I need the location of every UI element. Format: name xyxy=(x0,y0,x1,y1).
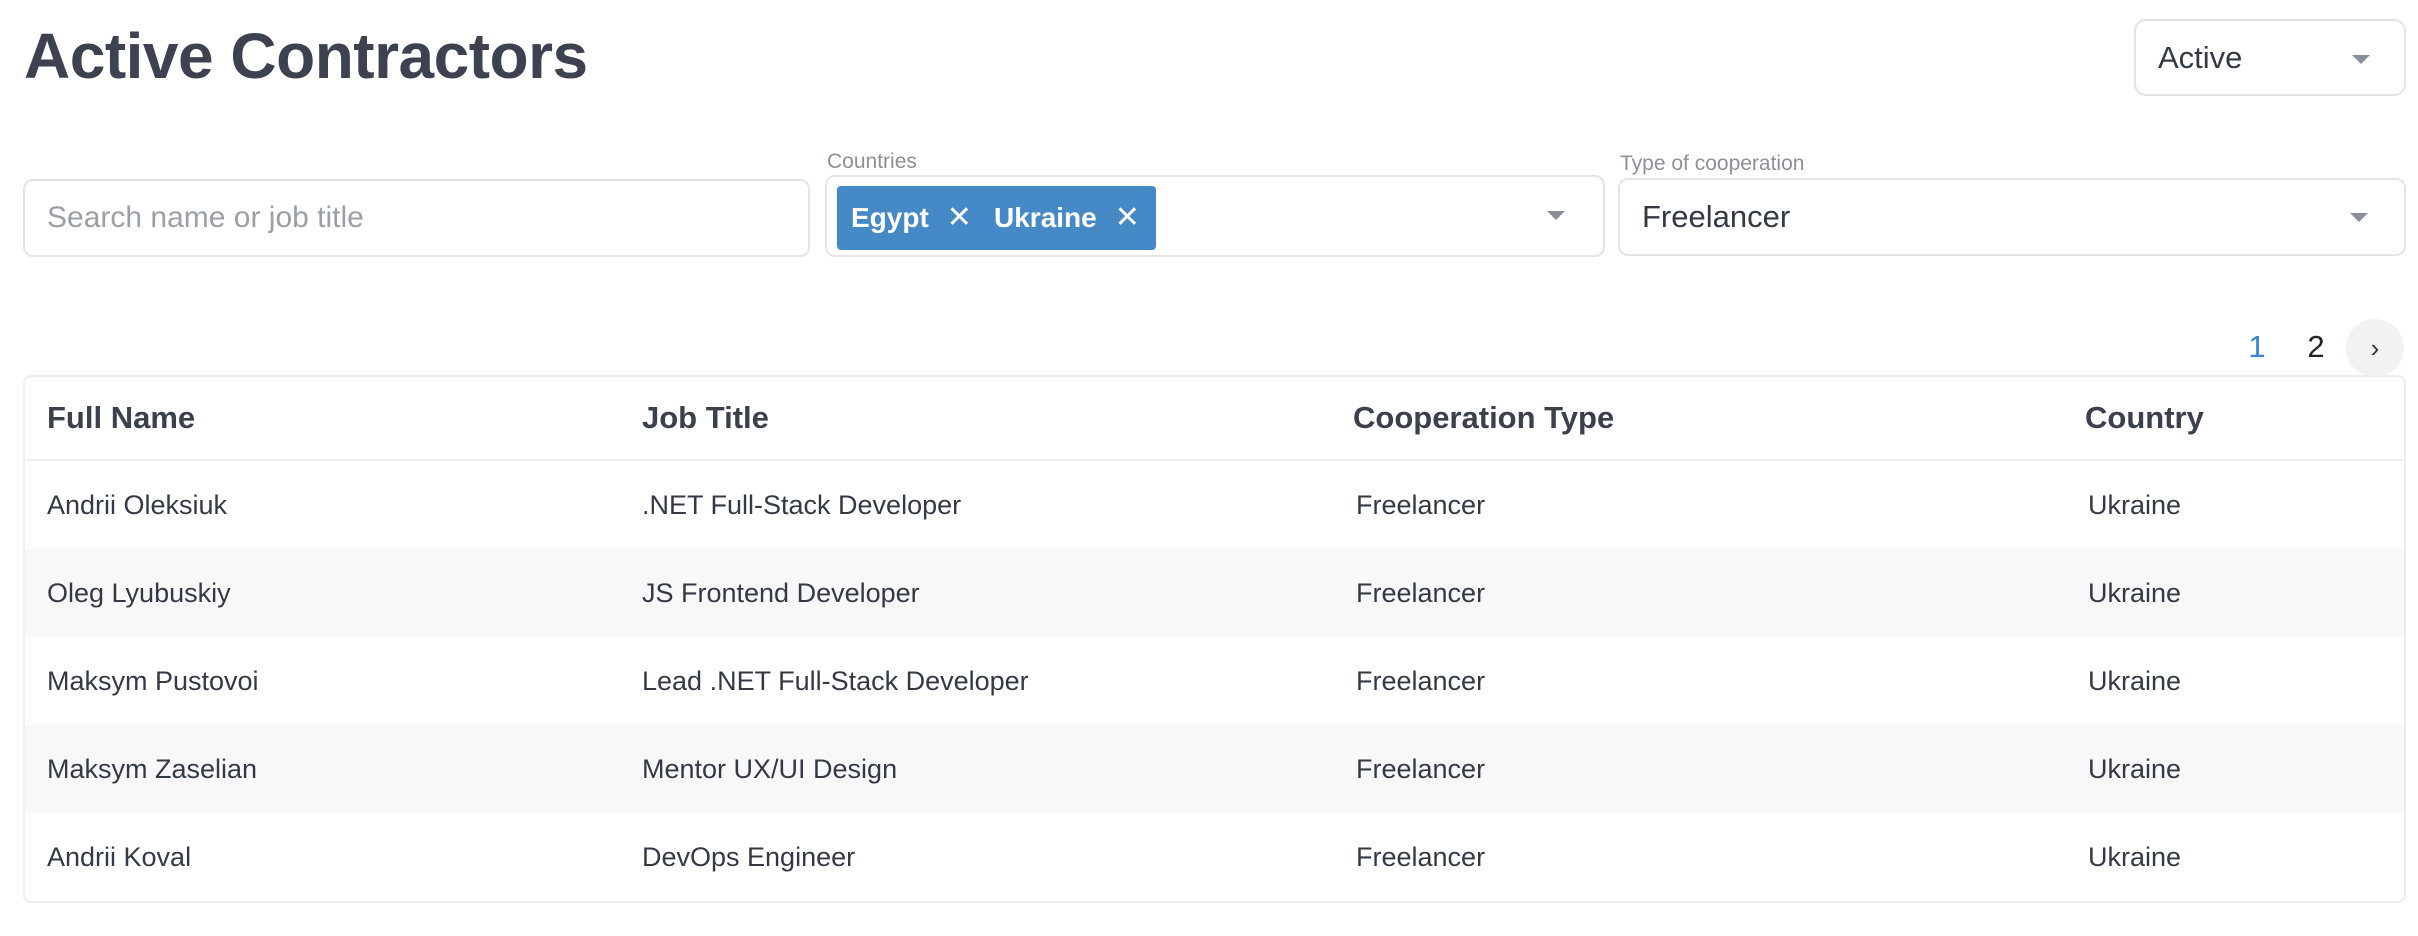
cell-cooperation-type: Freelancer xyxy=(1356,665,1486,696)
table-row[interactable]: Maksym Pustovoi Lead .NET Full-Stack Dev… xyxy=(25,637,2404,725)
cell-full-name: Maksym Pustovoi xyxy=(47,665,259,696)
status-filter-select[interactable]: Active xyxy=(2134,19,2406,96)
countries-label: Countries xyxy=(827,150,917,173)
page-2-button[interactable]: 2 xyxy=(2296,318,2336,376)
country-chip-egypt[interactable]: Egypt ✕ xyxy=(837,186,988,250)
cell-cooperation-type: Freelancer xyxy=(1356,489,1486,520)
next-page-button[interactable]: › xyxy=(2346,319,2404,377)
countries-multiselect[interactable]: Egypt ✕ Ukraine ✕ xyxy=(825,175,1605,257)
cell-country: Ukraine xyxy=(2088,577,2182,608)
column-header-country[interactable]: Country xyxy=(2085,377,2204,459)
column-header-full-name[interactable]: Full Name xyxy=(47,377,195,459)
close-icon[interactable]: ✕ xyxy=(1115,203,1140,233)
table-row[interactable]: Maksym Zaselian Mentor UX/UI Design Free… xyxy=(25,725,2404,813)
cooperation-type-value: Freelancer xyxy=(1642,199,1791,234)
cell-country: Ukraine xyxy=(2088,665,2182,696)
contractors-page: Active Contractors Active Countries Egyp… xyxy=(0,0,2418,936)
chip-label: Ukraine xyxy=(994,202,1097,233)
close-icon[interactable]: ✕ xyxy=(947,203,972,233)
cell-country: Ukraine xyxy=(2088,753,2182,784)
status-filter-value: Active xyxy=(2158,39,2243,75)
search-input[interactable] xyxy=(23,179,810,257)
cell-full-name: Oleg Lyubuskiy xyxy=(47,577,231,608)
table-header: Full Name Job Title Cooperation Type Cou… xyxy=(25,377,2404,461)
cell-job-title: .NET Full-Stack Developer xyxy=(642,489,962,520)
column-header-job-title[interactable]: Job Title xyxy=(642,377,769,459)
chevron-down-icon xyxy=(2350,213,2368,222)
cell-cooperation-type: Freelancer xyxy=(1356,753,1486,784)
cooperation-label: Type of cooperation xyxy=(1620,152,1805,175)
table-row[interactable]: Andrii Koval DevOps Engineer Freelancer … xyxy=(25,813,2404,901)
chevron-right-icon: › xyxy=(2370,332,2380,363)
cooperation-type-select[interactable]: Freelancer xyxy=(1618,178,2406,256)
cell-country: Ukraine xyxy=(2088,489,2182,520)
cell-full-name: Andrii Koval xyxy=(47,841,192,872)
cell-full-name: Andrii Oleksiuk xyxy=(47,489,228,520)
cell-cooperation-type: Freelancer xyxy=(1356,577,1486,608)
contractors-table: Full Name Job Title Cooperation Type Cou… xyxy=(23,375,2406,903)
chip-label: Egypt xyxy=(851,202,929,233)
cell-job-title: JS Frontend Developer xyxy=(642,577,920,608)
table-row[interactable]: Oleg Lyubuskiy JS Frontend Developer Fre… xyxy=(25,549,2404,637)
cell-country: Ukraine xyxy=(2088,841,2182,872)
page-1-button[interactable]: 1 xyxy=(2237,318,2277,376)
cell-cooperation-type: Freelancer xyxy=(1356,841,1486,872)
table-row[interactable]: Andrii Oleksiuk .NET Full-Stack Develope… xyxy=(25,461,2404,549)
column-header-cooperation-type[interactable]: Cooperation Type xyxy=(1353,377,1614,459)
cell-job-title: DevOps Engineer xyxy=(642,841,856,872)
cell-job-title: Lead .NET Full-Stack Developer xyxy=(642,665,1029,696)
page-title: Active Contractors xyxy=(24,20,588,92)
chevron-down-icon xyxy=(2352,55,2370,64)
chevron-down-icon xyxy=(1547,211,1565,220)
cell-full-name: Maksym Zaselian xyxy=(47,753,258,784)
cell-job-title: Mentor UX/UI Design xyxy=(642,753,898,784)
country-chip-ukraine[interactable]: Ukraine ✕ xyxy=(980,186,1156,250)
